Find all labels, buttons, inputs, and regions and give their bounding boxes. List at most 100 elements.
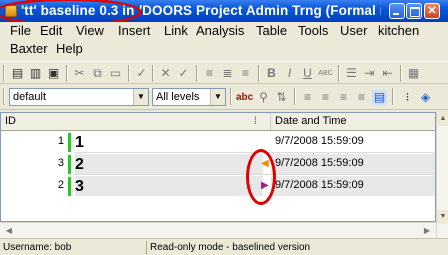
menu-view[interactable]: View — [76, 23, 104, 38]
spellcheck-icon[interactable]: ✓ — [134, 66, 149, 81]
menu-baxter[interactable]: Baxter — [10, 41, 48, 56]
scroll-left-icon[interactable]: ◀ — [2, 224, 16, 237]
toolbar-separator — [294, 88, 296, 105]
close-icon: ✕ — [427, 5, 437, 17]
menu-user[interactable]: User — [340, 23, 367, 38]
scroll-right-icon[interactable]: ▶ — [420, 224, 434, 237]
table-row[interactable]: 2 3 ▶ 9/7/2008 15:59:09 — [1, 176, 435, 196]
menu-link[interactable]: Link — [164, 23, 188, 38]
align-center-icon[interactable]: ≡ — [318, 90, 333, 105]
toolbar-separator — [258, 65, 260, 82]
strikethrough-icon[interactable]: ABC — [318, 66, 333, 81]
save-icon[interactable]: ▤ — [10, 66, 25, 81]
menu-kitchen[interactable]: kitchen — [378, 23, 419, 38]
underline-icon[interactable]: U — [300, 66, 315, 81]
insert-object-after-icon[interactable]: ≡ — [238, 66, 253, 81]
close-button[interactable]: ✕ — [424, 3, 440, 19]
column-split-icon[interactable]: ⁞ — [254, 116, 257, 127]
object-text[interactable]: 1 — [75, 132, 263, 152]
navigate-icon[interactable]: ◈ — [418, 90, 433, 105]
vertical-scrollbar[interactable]: ▲ ▼ — [436, 112, 448, 238]
date-cell[interactable]: 9/7/2008 15:59:09 — [271, 132, 435, 152]
filter-icon[interactable]: ⚲ — [256, 90, 271, 105]
sort-icon[interactable]: ⇅ — [274, 90, 289, 105]
print-icon[interactable]: ▥ — [28, 66, 43, 81]
date-cell[interactable]: 9/7/2008 15:59:09 — [271, 176, 435, 196]
minimize-button[interactable] — [389, 3, 405, 19]
toolbar-separator — [392, 88, 394, 105]
view-toolbar: default ▼ All levels ▼ abc ⚲ ⇅ ≡ ≡ ≡ ≡ ▤… — [0, 85, 448, 110]
toolbar-grip[interactable] — [3, 65, 5, 82]
accept-icon[interactable]: ✓ — [176, 66, 191, 81]
row-id: 1 — [57, 135, 64, 147]
grid-header: ID ⁞ Date and Time — [1, 113, 435, 131]
toolbar-grip[interactable] — [3, 88, 5, 105]
table-row[interactable]: 1 1 9/7/2008 15:59:09 — [1, 132, 435, 152]
more-tools-icon[interactable]: ▦ — [406, 66, 421, 81]
outgoing-link-icon[interactable]: ▶ — [261, 180, 269, 192]
menu-table[interactable]: Table — [256, 23, 287, 38]
spelling-icon[interactable]: abc — [236, 90, 253, 105]
status-username: Username: bob — [3, 242, 72, 253]
toolbar-separator — [66, 65, 68, 82]
column-header-id[interactable]: ID — [1, 113, 271, 130]
horizontal-scrollbar[interactable]: ◀ ▶ — [0, 222, 436, 238]
row-id: 2 — [57, 179, 64, 191]
object-text[interactable]: 2 — [75, 154, 263, 174]
date-cell[interactable]: 9/7/2008 15:59:09 — [271, 154, 435, 174]
indent-icon[interactable]: ⇥ — [362, 66, 377, 81]
view-select-value: default — [13, 91, 47, 103]
outline-icon[interactable]: ⁝ — [400, 90, 415, 105]
copy-icon[interactable]: ⧉ — [90, 66, 105, 81]
link-icon[interactable]: ▤ — [372, 90, 387, 105]
view-select[interactable]: default ▼ — [9, 88, 149, 106]
row-id: 3 — [57, 157, 64, 169]
doors-app-icon[interactable] — [5, 5, 17, 17]
menu-help[interactable]: Help — [56, 41, 83, 56]
bullet-list-icon[interactable]: ☰ — [344, 66, 359, 81]
insert-heading-icon[interactable]: ≡ — [202, 66, 217, 81]
menu-insert[interactable]: Insert — [118, 23, 151, 38]
menu-analysis[interactable]: Analysis — [196, 23, 244, 38]
main-toolbar: ▤ ▥ ▣ ✂ ⧉ ▭ ✓ ✕ ✓ ≡ ≣ ≡ B I U ABC ☰ ⇥ ⇤ … — [0, 61, 448, 84]
justify-icon[interactable]: ≡ — [354, 90, 369, 105]
menu-file[interactable]: File — [10, 23, 31, 38]
maximize-button[interactable] — [406, 3, 422, 19]
minimize-icon — [390, 4, 404, 18]
chevron-down-icon[interactable]: ▼ — [133, 89, 148, 105]
table-row[interactable]: 3 2 ◀ 9/7/2008 15:59:09 — [1, 154, 435, 174]
toolbar-separator — [400, 65, 402, 82]
properties-icon[interactable]: ▣ — [46, 66, 61, 81]
bold-icon[interactable]: B — [264, 66, 279, 81]
delete-icon[interactable]: ✕ — [158, 66, 173, 81]
status-bar: Username: bob Read-only mode - baselined… — [0, 238, 448, 255]
insert-object-below-icon[interactable]: ≣ — [220, 66, 235, 81]
row-status-bar — [68, 133, 71, 152]
incoming-link-icon[interactable]: ◀ — [261, 158, 269, 170]
status-mode: Read-only mode - baselined version — [146, 241, 436, 254]
toolbar-separator — [152, 65, 154, 82]
chevron-down-icon[interactable]: ▼ — [210, 89, 225, 105]
menu-tools[interactable]: Tools — [298, 23, 328, 38]
paste-icon[interactable]: ▭ — [108, 66, 123, 81]
italic-icon[interactable]: I — [282, 66, 297, 81]
outdent-icon[interactable]: ⇤ — [380, 66, 395, 81]
toolbar-separator — [338, 65, 340, 82]
row-divider — [75, 174, 435, 175]
scroll-up-icon[interactable]: ▲ — [437, 112, 448, 126]
maximize-icon — [407, 4, 421, 18]
row-status-bar — [68, 177, 71, 196]
menu-edit[interactable]: Edit — [40, 23, 62, 38]
title-bar[interactable]: 'tt' baseline 0.3 in /DOORS Project Admi… — [0, 0, 448, 22]
align-right-icon[interactable]: ≡ — [336, 90, 351, 105]
align-left-icon[interactable]: ≡ — [300, 90, 315, 105]
toolbar-separator — [230, 88, 232, 105]
level-select-value: All levels — [156, 91, 200, 103]
column-header-date[interactable]: Date and Time — [271, 113, 435, 130]
cut-icon[interactable]: ✂ — [72, 66, 87, 81]
level-select[interactable]: All levels ▼ — [152, 88, 226, 106]
object-text[interactable]: 3 — [75, 176, 263, 196]
scroll-down-icon[interactable]: ▼ — [437, 210, 448, 224]
row-status-bar — [68, 155, 71, 174]
toolbar-separator — [128, 65, 130, 82]
